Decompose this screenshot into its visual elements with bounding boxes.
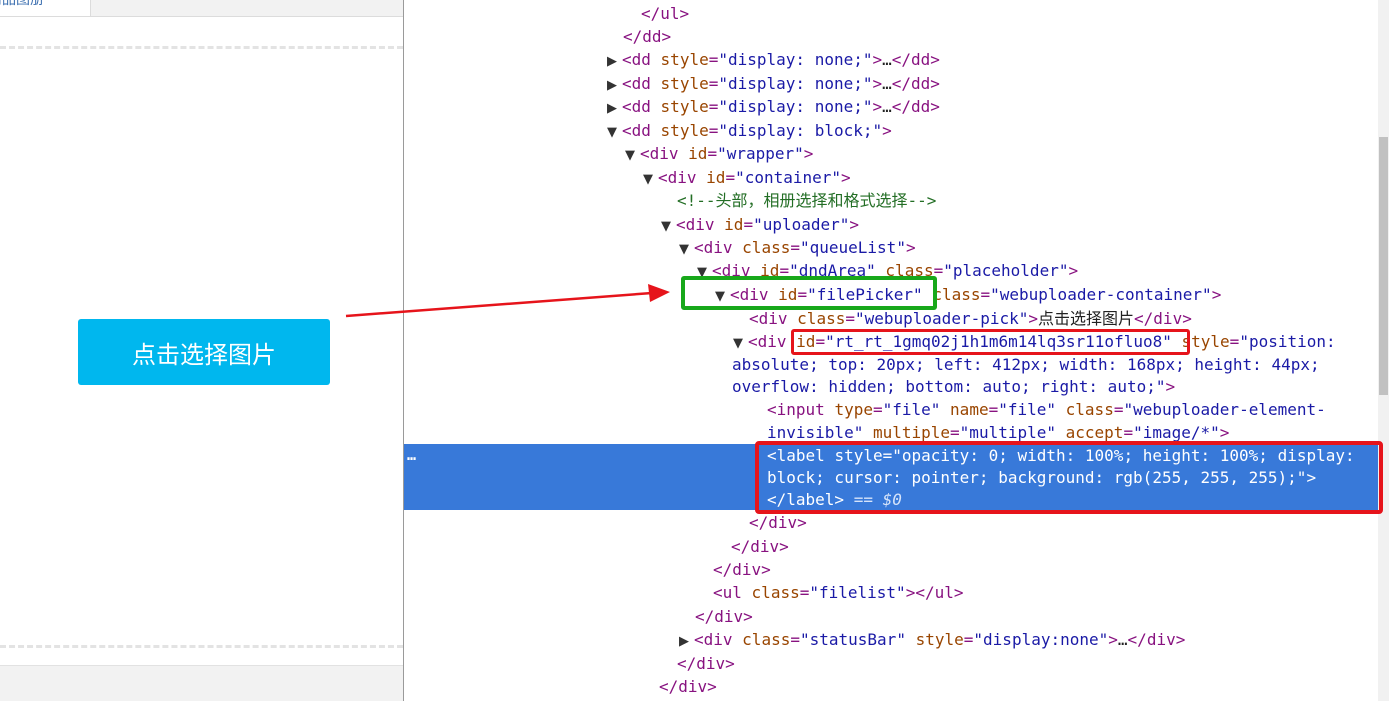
dom-node-line[interactable]: absolute; top: 20px; left: 412px; width:… [732,353,1320,376]
dom-node-line[interactable]: <div class="webuploader-pick">点击选择图片</di… [749,307,1192,330]
dom-node-line[interactable]: </div> [731,535,789,558]
dom-node-line[interactable]: <ul class="filelist"></ul> [713,581,964,604]
tab-bar: 商品图册 [0,0,403,17]
triangle-down-icon[interactable]: ▼ [643,168,658,191]
tab-gallery[interactable]: 商品图册 [0,0,91,16]
dom-node-line[interactable]: ▼ <dd style="display: block;"> [607,119,892,142]
dom-node-line[interactable]: <!--头部，相册选择和格式选择--> [677,189,936,212]
dom-node-line[interactable]: </ul> [641,2,689,25]
dom-node-line[interactable]: ▶ <div class="statusBar" style="display:n… [679,628,1185,651]
triangle-right-icon[interactable]: ▶ [679,630,694,653]
dom-node-line[interactable]: </dd> [623,25,671,48]
dom-node-line[interactable]: ▼ <div id="container"> [643,166,851,189]
dom-node-line[interactable]: </div> [677,652,735,675]
dom-node-line[interactable]: ▶ <dd style="display: none;">…</dd> [607,95,940,118]
dom-node-line[interactable]: ▼ <div id="wrapper"> [625,142,813,165]
pick-image-button[interactable]: 点击选择图片 [78,319,330,385]
dashed-border-top [0,46,403,49]
dom-node-line[interactable]: overflow: hidden; bottom: auto; right: a… [732,375,1175,398]
annotation-red-box-id [791,329,1190,355]
triangle-down-icon[interactable]: ▼ [607,121,622,144]
triangle-right-icon[interactable]: ▶ [607,50,622,73]
scrollbar-thumb[interactable] [1379,137,1388,395]
page-footer [0,665,403,701]
page-preview: 商品图册 点击选择图片 [0,0,403,701]
dom-node-line[interactable]: ▼ <div id="uploader"> [661,213,859,236]
triangle-down-icon[interactable]: ▼ [733,332,748,355]
triangle-right-icon[interactable]: ▶ [607,74,622,97]
dom-node-line[interactable]: </div> [713,558,771,581]
dom-node-line[interactable]: ▶ <dd style="display: none;">…</dd> [607,72,940,95]
triangle-down-icon[interactable]: ▼ [625,144,640,167]
dom-node-line[interactable]: ▼ <div class="queueList"> [679,236,916,259]
triangle-down-icon[interactable]: ▼ [679,238,694,261]
annotation-green-box [681,276,937,310]
dom-node-line[interactable]: ▶ <dd style="display: none;">…</dd> [607,48,940,71]
dom-node-line[interactable]: </div> [659,675,717,698]
dashed-border-bottom [0,645,403,648]
dom-node-line[interactable]: </div> [749,511,807,534]
dom-node-line[interactable]: </div> [695,605,753,628]
triangle-right-icon[interactable]: ▶ [607,97,622,120]
annotation-red-box-label [755,441,1383,514]
triangle-down-icon[interactable]: ▼ [661,215,676,238]
node-actions-ellipsis[interactable]: … [407,446,417,464]
tab-gallery-label: 商品图册 [0,0,44,8]
dom-node-line[interactable]: <input type="file" name="file" class="we… [767,398,1326,421]
